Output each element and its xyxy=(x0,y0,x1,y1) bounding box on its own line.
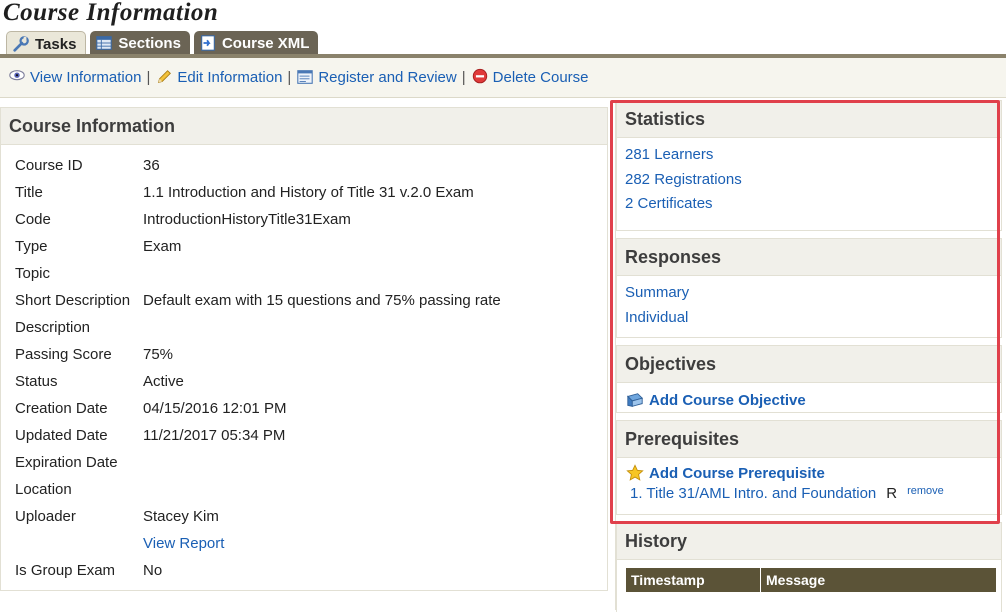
task-toolbar: View Information | Edit Information | Re… xyxy=(0,58,1006,98)
summary-link[interactable]: Summary xyxy=(625,284,689,301)
prerequisite-item: 1. Title 31/AML Intro. and Foundation R … xyxy=(630,485,1001,510)
delete-course-link[interactable]: Delete Course xyxy=(471,68,589,86)
objectives-heading: Objectives xyxy=(617,346,1001,383)
info-row: Creation Date 04/15/2016 12:01 PM xyxy=(15,400,501,427)
info-row: View Report xyxy=(15,535,501,562)
info-row: Short Description Default exam with 15 qu… xyxy=(15,292,501,319)
view-report-link[interactable]: View Report xyxy=(143,535,224,552)
info-value: 04/15/2016 12:01 PM xyxy=(143,400,287,417)
objectives-box: Objectives Add Course Objective xyxy=(616,345,1002,413)
info-value: Exam xyxy=(143,238,182,255)
info-label: Description xyxy=(15,319,91,336)
statistics-heading: Statistics xyxy=(617,101,1001,138)
info-label: Location xyxy=(15,481,72,498)
remove-prerequisite-link[interactable]: remove xyxy=(907,485,944,497)
info-label: Is Group Exam xyxy=(15,562,116,579)
info-row: Location xyxy=(15,481,501,508)
course-information-panel: Course Information Course ID 36 Title 1.1 I… xyxy=(0,107,608,591)
panel-heading: Course Information xyxy=(1,108,607,145)
info-row: Code IntroductionHistoryTitle31Exam xyxy=(15,211,501,238)
tab-label: Tasks xyxy=(35,35,77,53)
info-label: Updated Date xyxy=(15,427,108,444)
info-label: Title xyxy=(15,184,43,201)
info-row: Expiration Date xyxy=(15,454,501,481)
right-sidebar: Statistics 281 Learners 282 Registration… xyxy=(615,100,1006,612)
info-label: Topic xyxy=(15,265,51,282)
register-review-link[interactable]: Register and Review xyxy=(296,68,457,86)
info-row: Title 1.1 Introduction and History of Tit… xyxy=(15,184,501,211)
register-form-icon xyxy=(297,70,314,84)
info-value: 1.1 Introduction and History of Title 31… xyxy=(143,184,474,201)
statistics-box: Statistics 281 Learners 282 Registration… xyxy=(616,100,1002,231)
info-row: Type Exam xyxy=(15,238,501,265)
info-value: IntroductionHistoryTitle31Exam xyxy=(143,211,351,228)
info-label: Creation Date xyxy=(15,400,108,417)
registrations-link[interactable]: 282 Registrations xyxy=(625,171,742,188)
info-row: Passing Score 75% xyxy=(15,346,501,373)
individual-link[interactable]: Individual xyxy=(625,309,688,326)
responses-box: Responses Summary Individual xyxy=(616,238,1002,338)
responses-heading: Responses xyxy=(617,239,1001,276)
info-row: Uploader Stacey Kim xyxy=(15,508,501,535)
table-icon xyxy=(96,36,113,50)
history-column-message: Message xyxy=(761,568,996,592)
info-value: No xyxy=(143,562,163,579)
xml-icon xyxy=(201,35,215,51)
info-label: Expiration Date xyxy=(15,454,118,471)
page-title: Course Information xyxy=(3,0,219,26)
view-information-link[interactable]: View Information xyxy=(8,68,141,86)
delete-circle-icon xyxy=(472,68,487,84)
tab-sections[interactable]: Sections xyxy=(90,31,190,55)
info-value: 36 xyxy=(143,157,160,174)
tab-bar: Tasks Sections Course XML xyxy=(6,31,319,56)
history-box: History Timestamp Message xyxy=(616,522,1002,612)
pencil-icon xyxy=(158,70,172,84)
history-heading: History xyxy=(617,523,1001,560)
info-label: Uploader xyxy=(15,508,76,525)
info-value: Active xyxy=(143,373,184,390)
history-column-timestamp: Timestamp xyxy=(626,568,761,592)
info-label: Short Description xyxy=(15,292,131,309)
prerequisites-box: Prerequisites Add Course Prerequisite 1.… xyxy=(616,420,1002,515)
tab-course-xml[interactable]: Course XML xyxy=(193,31,319,55)
info-row: Updated Date 11/21/2017 05:34 PM xyxy=(15,427,501,454)
info-row: Course ID 36 xyxy=(15,157,501,184)
info-label: Passing Score xyxy=(15,346,112,363)
info-value: 11/21/2017 05:34 PM xyxy=(143,427,286,444)
tab-tasks[interactable]: Tasks xyxy=(6,31,87,56)
info-label: Type xyxy=(15,238,48,255)
info-label: Code xyxy=(15,211,51,228)
info-row: Status Active xyxy=(15,373,501,400)
tab-label: Sections xyxy=(118,34,181,52)
info-row: Is Group Exam No xyxy=(15,562,501,589)
add-course-objective-link[interactable]: Add Course Objective xyxy=(625,391,1001,409)
info-value: Stacey Kim xyxy=(143,508,219,525)
wrench-icon xyxy=(13,36,29,52)
edit-information-link[interactable]: Edit Information xyxy=(155,68,282,86)
history-table: Timestamp Message xyxy=(626,568,996,592)
required-flag: R xyxy=(886,485,898,502)
info-row: Description xyxy=(15,319,501,346)
eye-icon xyxy=(9,70,25,81)
info-value: 75% xyxy=(143,346,174,363)
prerequisite-course-link[interactable]: 1. Title 31/AML Intro. and Foundation xyxy=(630,485,876,502)
star-icon xyxy=(626,464,644,481)
objective-flag-icon xyxy=(626,393,644,407)
certificates-link[interactable]: 2 Certificates xyxy=(625,195,713,212)
info-label: Course ID xyxy=(15,157,83,174)
course-info-table: Course ID 36 Title 1.1 Introduction and His… xyxy=(15,157,501,589)
add-course-prerequisite-link[interactable]: Add Course Prerequisite xyxy=(625,464,1001,482)
info-row: Topic xyxy=(15,265,501,292)
learners-link[interactable]: 281 Learners xyxy=(625,146,713,163)
info-value: Default exam with 15 questions and 75% p… xyxy=(143,292,501,309)
prerequisites-heading: Prerequisites xyxy=(617,421,1001,458)
info-label: Status xyxy=(15,373,58,390)
tab-label: Course XML xyxy=(221,34,310,52)
